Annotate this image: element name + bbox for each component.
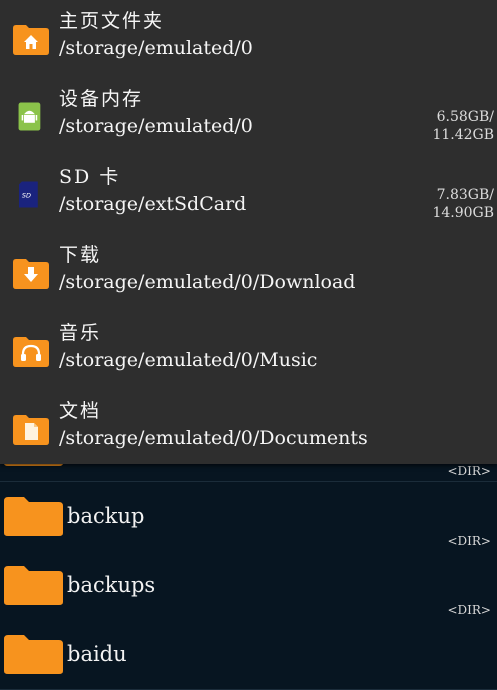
android-icon — [18, 102, 41, 131]
location-title: SD 卡 — [59, 166, 121, 188]
location-title: 设备内存 — [59, 88, 144, 110]
file-row[interactable]: backups <DIR> — [0, 551, 497, 621]
storage-used: 7.83GB/ — [436, 187, 494, 203]
location-path: /storage/emulated/0/Music — [59, 349, 318, 371]
location-documents[interactable]: 文档 /storage/emulated/0/Documents — [0, 390, 497, 468]
music-folder-icon — [13, 337, 49, 367]
download-folder-icon — [13, 259, 49, 289]
file-name: backups — [67, 573, 156, 597]
svg-text:SD: SD — [22, 191, 31, 199]
location-title: 下载 — [59, 244, 102, 266]
file-row[interactable]: baidu — [0, 620, 497, 690]
storage-usage: 7.83GB/ 14.90GB — [432, 186, 494, 222]
file-name: backup — [67, 504, 145, 528]
storage-used: 6.58GB/ — [436, 109, 494, 125]
folder-icon — [4, 635, 63, 674]
file-name: baidu — [67, 642, 127, 666]
file-row[interactable]: backup <DIR> — [0, 482, 497, 552]
location-dropdown: 主页文件夹 /storage/emulated/0 设备内存 /storage/… — [0, 0, 497, 464]
location-title: 主页文件夹 — [59, 10, 165, 32]
folder-icon — [4, 566, 63, 605]
home-folder-icon — [13, 25, 49, 55]
folder-icon — [4, 497, 63, 536]
storage-total: 14.90GB — [432, 205, 494, 221]
dir-tag: <DIR> — [447, 603, 491, 617]
location-path: /storage/emulated/0/Download — [59, 271, 356, 293]
location-title: 文档 — [59, 400, 102, 422]
location-sd-card[interactable]: SD SD 卡 /storage/extSdCard 7.83GB/ 14.90… — [0, 156, 497, 234]
dir-tag: <DIR> — [447, 534, 491, 548]
location-title: 音乐 — [59, 322, 102, 344]
location-path: /storage/emulated/0/Documents — [59, 427, 368, 449]
location-path: /storage/extSdCard — [59, 193, 247, 215]
location-music[interactable]: 音乐 /storage/emulated/0/Music — [0, 312, 497, 390]
storage-usage: 6.58GB/ 11.42GB — [432, 108, 494, 144]
location-path: /storage/emulated/0 — [59, 37, 253, 59]
location-download[interactable]: 下载 /storage/emulated/0/Download — [0, 234, 497, 312]
location-home[interactable]: 主页文件夹 /storage/emulated/0 — [0, 0, 497, 78]
location-device-storage[interactable]: 设备内存 /storage/emulated/0 6.58GB/ 11.42GB — [0, 78, 497, 156]
sd-card-icon: SD — [19, 181, 38, 208]
documents-folder-icon — [13, 415, 49, 445]
location-path: /storage/emulated/0 — [59, 115, 253, 137]
storage-total: 11.42GB — [432, 127, 494, 143]
